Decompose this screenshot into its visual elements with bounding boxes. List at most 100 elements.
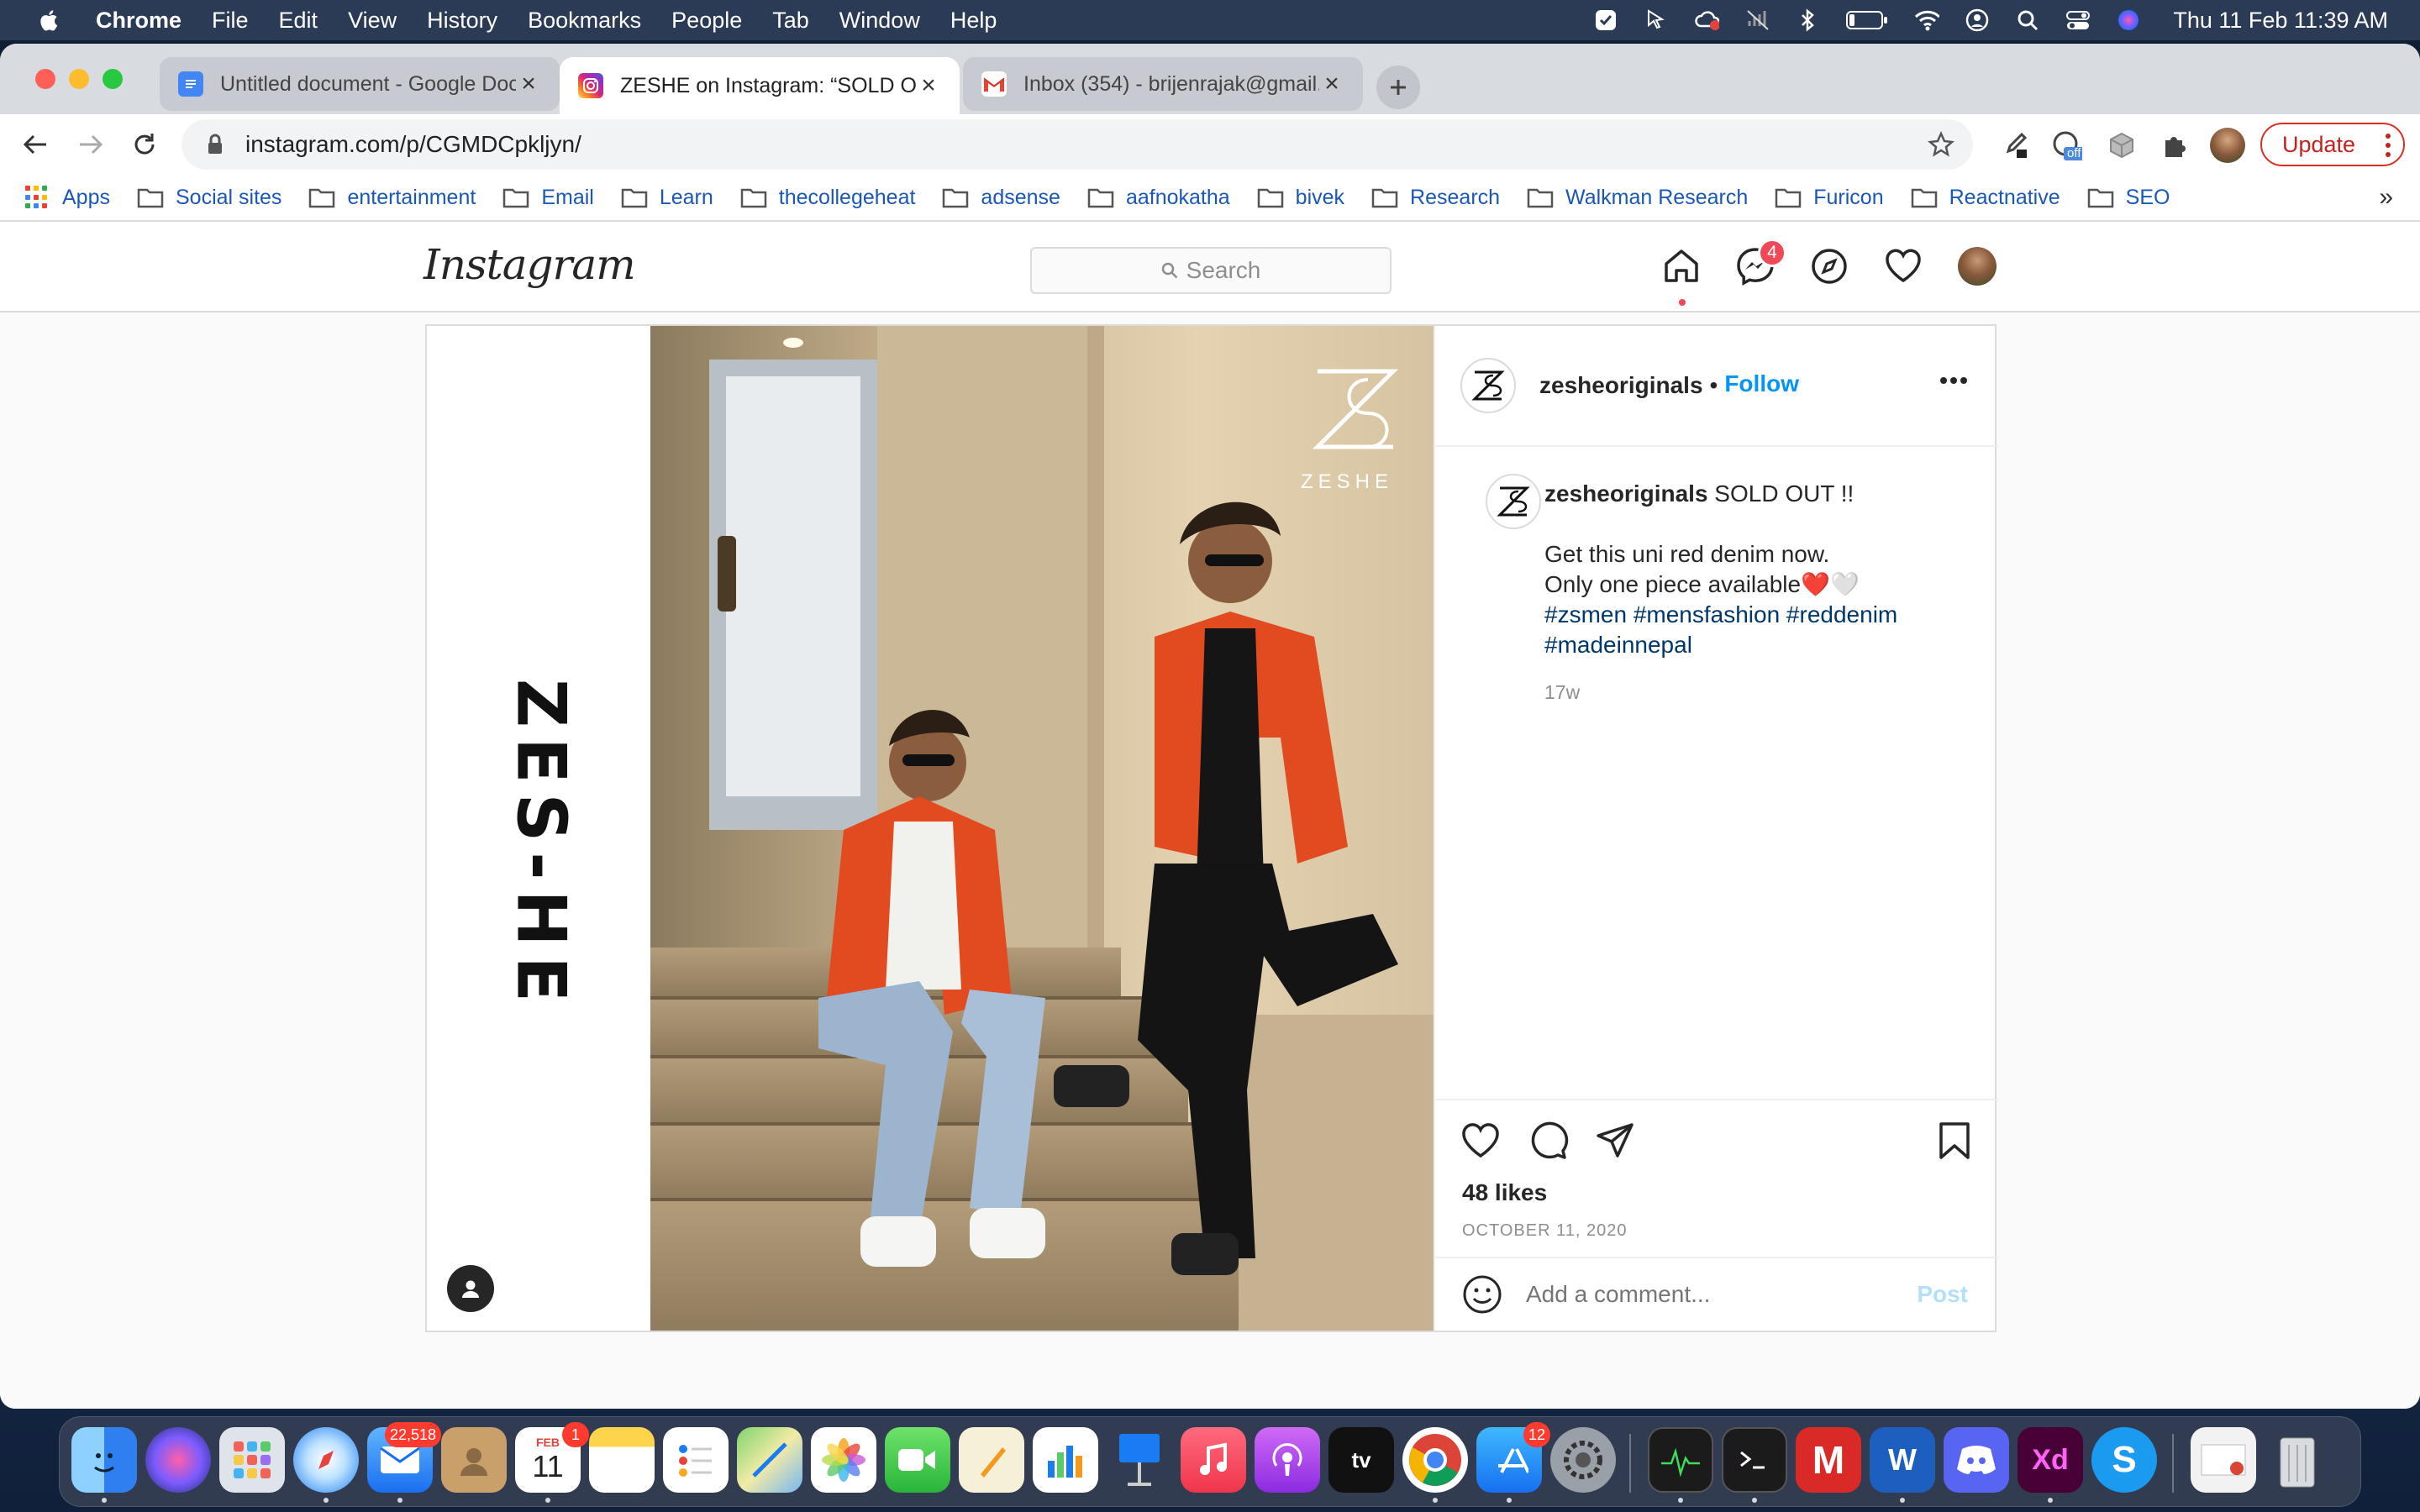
update-button[interactable]: Update xyxy=(2260,123,2405,166)
instagram-logo[interactable]: Instagram xyxy=(424,240,636,289)
bookmark-star-icon[interactable] xyxy=(1928,131,1954,158)
follow-button[interactable]: Follow xyxy=(1724,370,1799,397)
apple-menu-icon[interactable] xyxy=(37,7,62,34)
bookmark-folder[interactable]: bivek xyxy=(1257,186,1344,210)
bookmark-folder[interactable]: Research xyxy=(1371,186,1500,210)
system-preferences-app-icon[interactable] xyxy=(1550,1427,1616,1493)
siri-icon[interactable] xyxy=(2116,8,2141,33)
comment-input[interactable] xyxy=(1526,1281,1918,1308)
close-tab-icon[interactable]: × xyxy=(1319,70,1344,97)
menu-people[interactable]: People xyxy=(671,8,742,34)
bookmark-apps[interactable]: Apps xyxy=(25,186,110,210)
bookmark-folder[interactable]: Reactnative xyxy=(1911,186,2060,210)
caption-author-avatar[interactable] xyxy=(1486,474,1541,529)
explore-compass-icon[interactable] xyxy=(1808,245,1850,287)
author-avatar[interactable] xyxy=(1460,358,1516,413)
skype-app-icon[interactable]: S xyxy=(2091,1427,2157,1493)
downloads-stack-icon[interactable] xyxy=(2191,1427,2256,1493)
bookmark-folder[interactable]: SEO xyxy=(2087,186,2170,210)
menu-file[interactable]: File xyxy=(212,8,249,34)
bookmark-folder[interactable]: Email xyxy=(502,186,594,210)
cube-extension-icon[interactable] xyxy=(2106,129,2138,161)
post-comment-button[interactable]: Post xyxy=(1917,1281,1968,1308)
bookmark-folder[interactable]: Learn xyxy=(621,186,713,210)
menu-bookmarks[interactable]: Bookmarks xyxy=(528,8,641,34)
new-tab-button[interactable] xyxy=(1376,66,1420,109)
bookmarks-overflow-button[interactable]: » xyxy=(2379,183,2393,212)
word-app-icon[interactable]: W xyxy=(1870,1427,1935,1493)
user-account-icon[interactable] xyxy=(1965,8,1990,33)
checkbox-status-icon[interactable] xyxy=(1593,8,1618,33)
extension-off-icon[interactable]: off xyxy=(2050,129,2082,161)
tab-gmail[interactable]: Inbox (354) - brijenrajak@gmail.com × xyxy=(963,57,1363,111)
profile-avatar[interactable] xyxy=(2210,128,2245,163)
comment-bubble-icon[interactable] xyxy=(1526,1119,1570,1163)
maximize-window-button[interactable] xyxy=(103,69,123,89)
address-bar[interactable]: instagram.com/p/CGMDCpkljyn/ xyxy=(182,119,1973,170)
terminal-app-icon[interactable] xyxy=(1722,1427,1787,1493)
menu-help[interactable]: Help xyxy=(950,8,997,34)
facetime-app-icon[interactable] xyxy=(885,1427,950,1493)
menu-app-name[interactable]: Chrome xyxy=(96,8,182,34)
tab-instagram[interactable]: ZESHE on Instagram: “SOLD OUT !! × xyxy=(560,57,960,114)
siri-app-icon[interactable] xyxy=(145,1427,211,1493)
finder-app-icon[interactable] xyxy=(71,1427,137,1493)
notes-app-icon[interactable] xyxy=(589,1427,655,1493)
reminders-app-icon[interactable] xyxy=(663,1427,729,1493)
keynote-app-icon[interactable] xyxy=(1107,1427,1172,1493)
activity-heart-icon[interactable] xyxy=(1882,245,1924,287)
mail-app-icon[interactable]: 22,518 xyxy=(367,1422,441,1493)
emoji-picker-icon[interactable] xyxy=(1460,1273,1504,1316)
cursor-tool-icon[interactable] xyxy=(1644,8,1669,33)
apple-tv-app-icon[interactable]: tv xyxy=(1328,1427,1394,1493)
menu-view[interactable]: View xyxy=(348,8,397,34)
bandwidth-muted-icon[interactable] xyxy=(1744,8,1770,33)
extensions-puzzle-icon[interactable] xyxy=(2158,129,2190,161)
bookmark-folder[interactable]: entertainment xyxy=(308,186,476,210)
author-username[interactable]: zesheoriginals xyxy=(1539,372,1703,399)
menu-tab[interactable]: Tab xyxy=(772,8,809,34)
tagged-user-icon[interactable] xyxy=(447,1265,494,1312)
url-text[interactable]: instagram.com/p/CGMDCpkljyn/ xyxy=(245,131,581,158)
bookmark-folder[interactable]: adsense xyxy=(942,186,1060,210)
search-input[interactable]: Search xyxy=(1030,247,1392,294)
reload-button[interactable] xyxy=(126,126,163,163)
save-bookmark-icon[interactable] xyxy=(1933,1119,1976,1163)
contacts-app-icon[interactable] xyxy=(441,1427,507,1493)
more-menu-icon[interactable] xyxy=(2385,133,2391,158)
bookmark-folder[interactable]: aafnokatha xyxy=(1087,186,1230,210)
close-tab-icon[interactable]: × xyxy=(916,71,941,99)
mendeley-app-icon[interactable]: M xyxy=(1796,1427,1861,1493)
tab-google-docs[interactable]: Untitled document - Google Docs × xyxy=(160,57,560,111)
share-paper-plane-icon[interactable] xyxy=(1593,1119,1637,1163)
menu-edit[interactable]: Edit xyxy=(279,8,318,34)
app-store-app-icon[interactable]: 12 xyxy=(1476,1422,1550,1493)
caption-hashtags[interactable]: #zsmen #mensfashion #reddenim #madeinnep… xyxy=(1544,601,1897,658)
bluetooth-icon[interactable] xyxy=(1795,8,1820,33)
wifi-icon[interactable] xyxy=(1914,8,1940,33)
bookmark-folder[interactable]: thecollegeheat xyxy=(740,186,915,210)
calendar-app-icon[interactable]: FEB 11 1 xyxy=(515,1422,589,1493)
maps-app-icon[interactable] xyxy=(737,1427,802,1493)
launchpad-app-icon[interactable] xyxy=(219,1427,285,1493)
caption-username[interactable]: zesheoriginals xyxy=(1544,480,1708,507)
spotlight-search-icon[interactable] xyxy=(2015,8,2040,33)
photos-app-icon[interactable] xyxy=(811,1427,876,1493)
safari-app-icon[interactable] xyxy=(293,1427,359,1493)
chrome-app-icon[interactable] xyxy=(1402,1427,1468,1493)
music-app-icon[interactable] xyxy=(1181,1427,1246,1493)
activity-monitor-app-icon[interactable] xyxy=(1648,1427,1713,1493)
back-button[interactable] xyxy=(17,126,54,163)
eyedropper-extension-icon[interactable] xyxy=(1998,129,2030,161)
bookmark-folder[interactable]: Walkman Research xyxy=(1527,186,1748,210)
more-options-icon[interactable] xyxy=(1939,376,1968,385)
menu-clock[interactable]: Thu 11 Feb 11:39 AM xyxy=(2173,8,2388,34)
like-heart-icon[interactable] xyxy=(1459,1119,1502,1163)
close-window-button[interactable] xyxy=(35,69,55,89)
battery-icon[interactable] xyxy=(1845,8,1889,33)
home-icon[interactable] xyxy=(1660,245,1702,287)
likes-count[interactable]: 48 likes xyxy=(1462,1179,1547,1206)
post-image[interactable]: ZES-HE ZESHE xyxy=(427,326,1434,1331)
profile-avatar[interactable] xyxy=(1958,247,1996,286)
close-tab-icon[interactable]: × xyxy=(516,70,541,97)
